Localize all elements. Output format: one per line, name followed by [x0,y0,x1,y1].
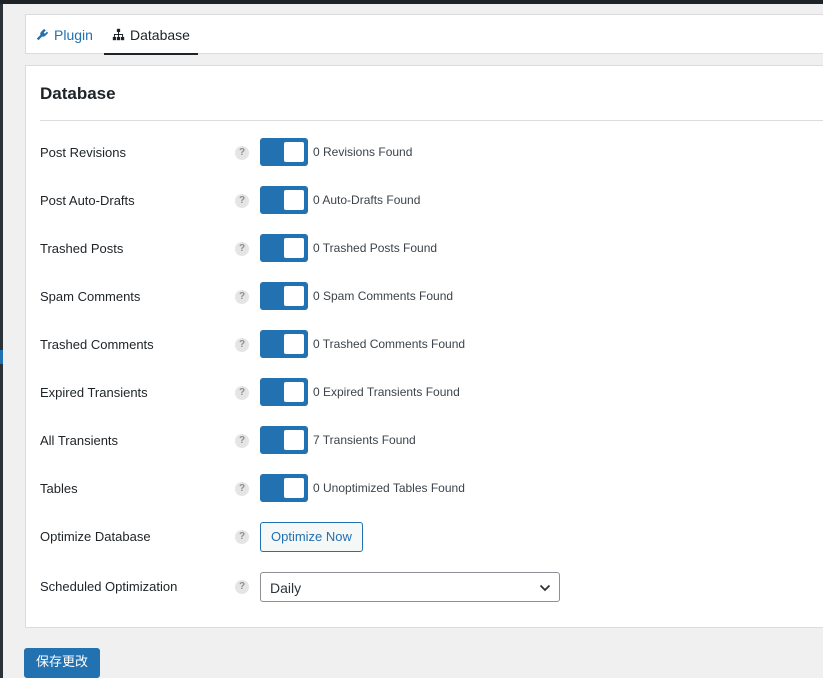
toggle-knob [284,142,304,162]
tab-plugin-label: Plugin [54,26,93,43]
row-label: Post Auto-Drafts [40,193,135,208]
row-label: All Transients [40,433,119,448]
chevron-down-icon [539,584,551,592]
row-label: Scheduled Optimization [40,579,178,594]
row-optimize-database: Optimize Database ? Optimize Now [26,522,823,552]
panel-divider [40,120,823,121]
row-status: 0 Auto-Drafts Found [313,193,421,207]
help-icon[interactable]: ? [235,482,249,496]
settings-tabs: Plugin Database [25,14,823,55]
tab-database-label: Database [130,26,190,43]
panel-title: Database [40,84,116,103]
schedule-select[interactable]: Daily [260,572,560,602]
trashed-comments-toggle[interactable] [260,330,308,358]
toggle-knob [284,334,304,354]
row-scheduled-optimization: Scheduled Optimization ? Daily [26,572,823,602]
row-trashed-posts: Trashed Posts ? 0 Trashed Posts Found [26,234,823,264]
row-status: 0 Trashed Posts Found [313,241,438,255]
admin-menu-active-marker [0,350,3,364]
expired-transients-toggle[interactable] [260,378,308,406]
post-revisions-toggle[interactable] [260,138,308,166]
trashed-posts-toggle[interactable] [260,234,308,262]
spam-comments-toggle[interactable] [260,282,308,310]
help-icon[interactable]: ? [235,194,249,208]
toggle-knob [284,430,304,450]
row-trashed-comments: Trashed Comments ? 0 Trashed Comments Fo… [26,330,823,360]
row-status: 7 Transients Found [313,433,416,447]
all-transients-toggle[interactable] [260,426,308,454]
row-label: Post Revisions [40,145,126,160]
toggle-knob [284,286,304,306]
help-icon[interactable]: ? [235,290,249,304]
row-status: 0 Expired Transients Found [313,385,460,399]
plug-icon [36,28,49,41]
row-label: Trashed Posts [40,241,124,256]
admin-bar-edge [0,0,823,4]
save-changes-button[interactable]: 保存更改 [24,648,101,678]
schedule-select-value: Daily [270,580,302,596]
tab-plugin[interactable]: Plugin [36,15,93,54]
help-icon[interactable]: ? [235,242,249,256]
optimize-now-button[interactable]: Optimize Now [260,522,363,552]
row-spam-comments: Spam Comments ? 0 Spam Comments Found [26,282,823,312]
help-icon[interactable]: ? [235,580,249,594]
row-post-revisions: Post Revisions ? 0 Revisions Found [26,138,823,168]
row-status: 0 Revisions Found [313,145,413,159]
help-icon[interactable]: ? [235,386,249,400]
admin-menu-edge [0,4,3,678]
help-icon[interactable]: ? [235,338,249,352]
row-label: Tables [40,481,78,496]
row-status: 0 Trashed Comments Found [313,337,466,351]
row-status: 0 Spam Comments Found [313,289,454,303]
post-auto-drafts-toggle[interactable] [260,186,308,214]
row-status: 0 Unoptimized Tables Found [313,481,465,495]
sitemap-icon [112,28,125,41]
help-icon[interactable]: ? [235,530,249,544]
database-panel: Database Post Revisions ? 0 Revisions Fo… [25,65,823,628]
row-expired-transients: Expired Transients ? 0 Expired Transient… [26,378,823,408]
row-label: Trashed Comments [40,337,154,352]
row-label: Optimize Database [40,529,151,544]
toggle-knob [284,190,304,210]
row-label: Spam Comments [40,289,141,304]
row-tables: Tables ? 0 Unoptimized Tables Found [26,474,823,504]
toggle-knob [284,478,304,498]
row-label: Expired Transients [40,385,148,400]
row-post-auto-drafts: Post Auto-Drafts ? 0 Auto-Drafts Found [26,186,823,216]
toggle-knob [284,382,304,402]
toggle-knob [284,238,304,258]
help-icon[interactable]: ? [235,146,249,160]
help-icon[interactable]: ? [235,434,249,448]
row-all-transients: All Transients ? 7 Transients Found [26,426,823,456]
tab-database[interactable]: Database [104,15,198,55]
tables-toggle[interactable] [260,474,308,502]
